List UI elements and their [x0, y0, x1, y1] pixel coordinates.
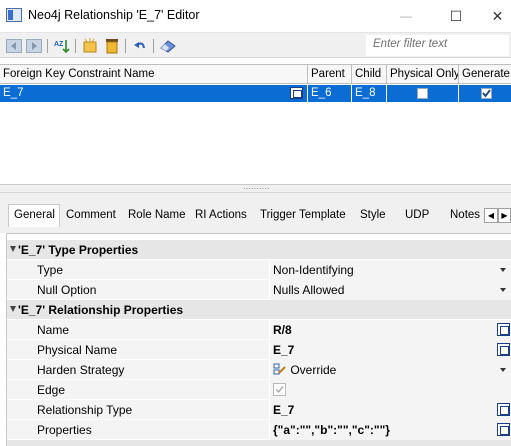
collapse-icon: [10, 306, 16, 312]
collapse-icon: [10, 246, 16, 252]
ellipsis-icon[interactable]: [497, 423, 510, 436]
tab-general[interactable]: General: [8, 204, 60, 227]
dropdown-arrow-icon: [500, 368, 506, 372]
header-child[interactable]: Child: [352, 65, 387, 84]
app-icon: [6, 8, 22, 22]
prop-edge[interactable]: Edge: [7, 380, 511, 400]
maximize-icon: ☐: [449, 7, 463, 24]
harden-strategy-dropdown[interactable]: Override: [269, 360, 511, 380]
relationship-type-value[interactable]: E_7: [269, 400, 511, 420]
prop-properties[interactable]: Properties {"a":"","b":"","c":""}: [7, 420, 511, 440]
group-relationship-properties[interactable]: 'E_7' Relationship Properties: [7, 300, 511, 320]
header-parent[interactable]: Parent: [308, 65, 352, 84]
prop-physical-name[interactable]: Physical Name E_7: [7, 340, 511, 360]
tab-ri-actions[interactable]: RI Actions: [195, 206, 247, 226]
name-value[interactable]: R/8: [269, 320, 511, 340]
prop-relationship-type[interactable]: Relationship Type E_7: [7, 400, 511, 420]
erase-button[interactable]: [158, 36, 178, 56]
svg-text:AZ: AZ: [54, 41, 64, 48]
tab-scroll-right-icon[interactable]: ▶: [498, 208, 511, 223]
property-panel: 'E_7' Type Properties Type Non-Identifyi…: [6, 233, 511, 446]
prev-icon: [6, 39, 22, 53]
filter-input[interactable]: Enter filter text: [366, 35, 509, 56]
cell-parent[interactable]: E_6: [308, 85, 352, 102]
new-icon: [83, 38, 97, 53]
physical-only-checkbox[interactable]: [417, 88, 428, 99]
foreign-key-grid: Foreign Key Constraint Name Parent Child…: [0, 64, 511, 184]
sort-button[interactable]: AZ: [52, 36, 72, 56]
header-generate[interactable]: Generate: [459, 65, 511, 84]
null-option-dropdown[interactable]: Nulls Allowed: [269, 280, 511, 300]
type-dropdown[interactable]: Non-Identifying: [269, 260, 511, 280]
override-icon: [273, 363, 286, 375]
prop-harden-strategy[interactable]: Harden Strategy Override: [7, 360, 511, 380]
tab-notes[interactable]: Notes: [450, 206, 480, 226]
window-title: Neo4j Relationship 'E_7' Editor: [28, 8, 200, 22]
ellipsis-icon[interactable]: [497, 323, 510, 336]
splitter-grip-icon: ··········: [243, 184, 270, 193]
close-button[interactable]: ✕: [484, 0, 511, 32]
delete-button[interactable]: [102, 36, 122, 56]
delete-icon: [106, 39, 118, 54]
ellipsis-icon[interactable]: [497, 343, 510, 356]
table-row[interactable]: E_7 E_6 E_8: [0, 85, 511, 102]
tab-role-name[interactable]: Role Name: [128, 206, 186, 226]
cell-child[interactable]: E_8: [352, 85, 387, 102]
tab-strip: General Comment Role Name RI Actions Tri…: [0, 193, 511, 233]
close-icon: ✕: [491, 7, 504, 24]
check-icon: [482, 89, 491, 98]
properties-value[interactable]: {"a":"","b":"","c":""}: [269, 420, 511, 440]
edge-checkbox[interactable]: [273, 383, 286, 396]
generate-checkbox[interactable]: [481, 88, 492, 99]
cell-fk-name[interactable]: E_7: [0, 85, 308, 102]
prop-name[interactable]: Name R/8: [7, 320, 511, 340]
next-button[interactable]: [24, 36, 44, 56]
toolbar: AZ Enter filter text: [0, 32, 511, 58]
tab-scroll-left-icon[interactable]: ◀: [484, 208, 498, 223]
maximize-button[interactable]: ☐: [436, 0, 476, 32]
sort-icon: AZ: [54, 40, 70, 54]
previous-button[interactable]: [4, 36, 24, 56]
tab-comment[interactable]: Comment: [66, 206, 116, 226]
group-type-properties[interactable]: 'E_7' Type Properties: [7, 240, 511, 260]
undo-button[interactable]: [130, 36, 150, 56]
tab-style[interactable]: Style: [360, 206, 386, 226]
undo-icon: [134, 42, 145, 49]
edge-value[interactable]: [269, 380, 511, 400]
header-physical-only[interactable]: Physical Only: [387, 65, 459, 84]
title-bar: Neo4j Relationship 'E_7' Editor — ☐ ✕: [0, 0, 511, 32]
next-icon: [26, 39, 42, 53]
tab-udp[interactable]: UDP: [405, 206, 429, 226]
splitter[interactable]: ··········: [0, 184, 511, 193]
prop-null-option[interactable]: Null Option Nulls Allowed: [7, 280, 511, 300]
dropdown-arrow-icon: [500, 268, 506, 272]
tab-trigger-template[interactable]: Trigger Template: [260, 206, 346, 226]
check-icon: [275, 386, 284, 394]
ellipsis-icon[interactable]: [497, 403, 510, 416]
dropdown-arrow-icon: [500, 288, 506, 292]
new-button[interactable]: [80, 36, 100, 56]
minimize-button[interactable]: —: [386, 0, 426, 32]
prop-type[interactable]: Type Non-Identifying: [7, 260, 511, 280]
cell-physical-only[interactable]: [387, 85, 459, 102]
fk-name-ellipsis-icon[interactable]: [290, 87, 303, 99]
group-next-partial: [7, 440, 511, 446]
header-fk-name[interactable]: Foreign Key Constraint Name: [0, 65, 308, 84]
minimize-icon: —: [400, 9, 412, 23]
cell-generate[interactable]: [459, 85, 511, 102]
physical-name-value[interactable]: E_7: [269, 340, 511, 360]
grid-header: Foreign Key Constraint Name Parent Child…: [0, 65, 511, 84]
erase-icon: [160, 40, 176, 53]
